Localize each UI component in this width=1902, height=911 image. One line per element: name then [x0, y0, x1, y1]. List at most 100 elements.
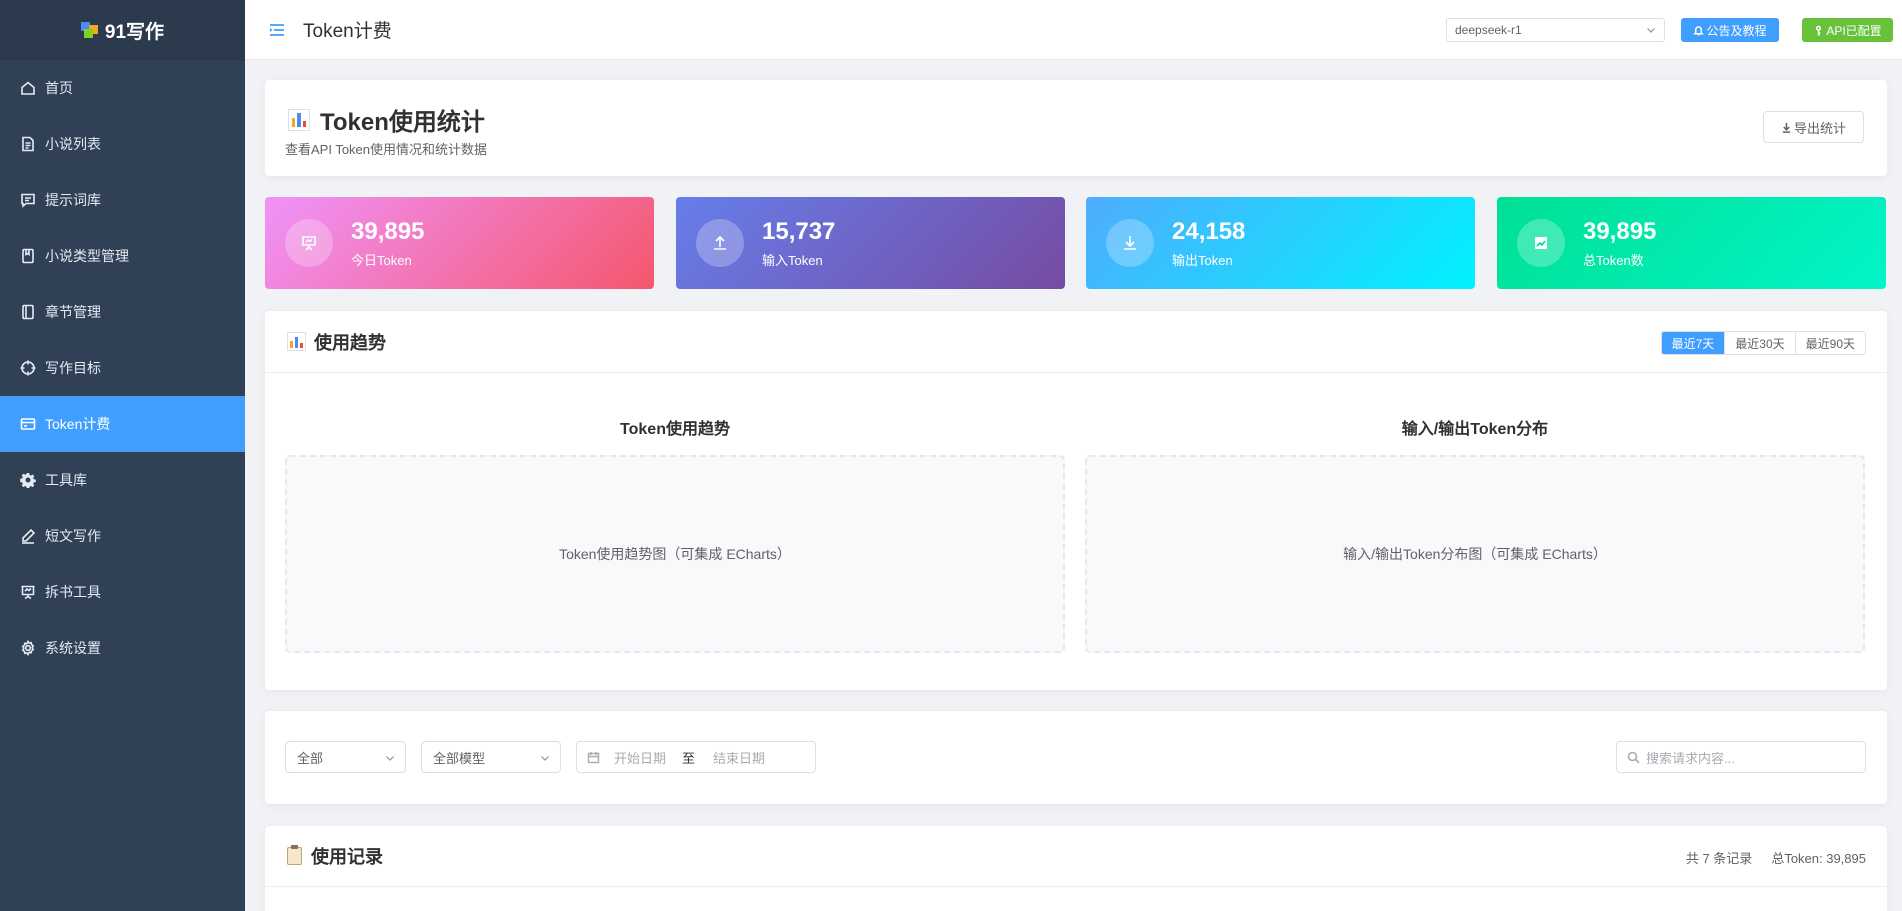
usage-trend-card: 使用趋势 最近7天 最近30天 最近90天 Token使用趋势 Token使用趋…: [265, 311, 1887, 690]
sidebar-item-home[interactable]: 首页: [0, 60, 245, 116]
sidebar-nav: 首页 小说列表 提示词库 小说类型管理 章节管理 写作目标 Token计费 工具…: [0, 60, 245, 676]
model-filter-select[interactable]: 全部模型: [421, 741, 561, 773]
app-logo[interactable]: 91写作: [0, 0, 245, 60]
records-summary: 共 7 条记录 总Token: 39,895: [1686, 848, 1866, 867]
stat-label: 输出Token: [1172, 252, 1233, 268]
calendar-icon: [587, 751, 600, 763]
date-range-separator: 至: [682, 750, 696, 766]
sidebar-item-prompts[interactable]: 提示词库: [0, 172, 245, 228]
model-select[interactable]: deepseek-r1: [1446, 18, 1665, 42]
chevron-down-icon: [541, 756, 549, 761]
topbar: Token计费 deepseek-r1 公告及教程 API已配置: [245, 0, 1902, 60]
model-filter-value: 全部模型: [433, 750, 486, 766]
sidebar-item-label: Token计费: [45, 416, 111, 432]
records-title: 使用记录: [287, 843, 383, 869]
sidebar: 91写作 首页 小说列表 提示词库 小说类型管理 章节管理 写作目标 Token…: [0, 0, 245, 911]
trend-card-header: 使用趋势 最近7天 最近30天 最近90天: [265, 311, 1887, 373]
end-date-input[interactable]: 结束日期: [713, 748, 765, 767]
sidebar-item-label: 短文写作: [45, 528, 101, 544]
settings-icon: [20, 640, 36, 656]
stats-title-text: Token使用统计: [320, 109, 485, 136]
search-placeholder: 搜索请求内容...: [1646, 750, 1735, 766]
stat-label: 总Token数: [1583, 252, 1644, 268]
stat-label: 今日Token: [351, 252, 412, 268]
export-stats-label: 导出统计: [1793, 120, 1846, 136]
token-trend-panel: Token使用趋势 Token使用趋势图（可集成 ECharts）: [285, 373, 1065, 653]
search-input[interactable]: 搜索请求内容...: [1616, 741, 1866, 773]
stat-value: 39,895: [351, 217, 425, 245]
presentation-icon: [285, 219, 333, 267]
logo-icon: [80, 22, 99, 38]
notebook-icon: [20, 248, 36, 264]
io-distribution-title: 输入/输出Token分布: [1401, 421, 1549, 438]
usage-records-card: 使用记录 共 7 条记录 总Token: 39,895: [265, 826, 1887, 911]
range-7-days[interactable]: 最近7天: [1661, 332, 1725, 354]
sidebar-item-novel-types[interactable]: 小说类型管理: [0, 228, 245, 284]
sidebar-item-short-writing[interactable]: 短文写作: [0, 508, 245, 564]
export-stats-button[interactable]: 导出统计: [1763, 111, 1864, 143]
search-icon: [1627, 751, 1640, 764]
pen-icon: [20, 528, 36, 544]
io-distribution-chart-placeholder: 输入/输出Token分布图（可集成 ECharts）: [1085, 455, 1865, 653]
clipboard-icon: [287, 845, 302, 865]
sidebar-item-book-breakdown[interactable]: 拆书工具: [0, 564, 245, 620]
date-range-picker[interactable]: 开始日期 至 结束日期: [576, 741, 816, 773]
type-filter-select[interactable]: 全部: [285, 741, 406, 773]
sidebar-item-label: 提示词库: [45, 192, 101, 208]
sidebar-item-settings[interactable]: 系统设置: [0, 620, 245, 676]
download-icon: [1106, 219, 1154, 267]
stat-label: 输入Token: [762, 252, 823, 268]
bell-icon: [1693, 25, 1705, 35]
bar-chart-icon: [287, 332, 306, 351]
stat-card-output: 24,158 输出Token: [1086, 197, 1475, 289]
key-icon: [1816, 25, 1822, 36]
stats-title: Token使用统计: [288, 102, 485, 137]
sidebar-item-goals[interactable]: 写作目标: [0, 340, 245, 396]
sidebar-item-chapters[interactable]: 章节管理: [0, 284, 245, 340]
type-filter-value: 全部: [297, 750, 324, 766]
io-distribution-panel: 输入/输出Token分布 输入/输出Token分布图（可集成 ECharts）: [1085, 373, 1865, 653]
sidebar-item-token-billing[interactable]: Token计费: [0, 396, 245, 452]
range-30-days[interactable]: 最近30天: [1724, 332, 1795, 354]
stat-value: 15,737: [762, 217, 836, 245]
api-config-button-label: API已配置: [1826, 23, 1882, 38]
records-total-tokens: 总Token: 39,895: [1771, 851, 1866, 866]
records-title-text: 使用记录: [311, 847, 383, 867]
trend-title-text: 使用趋势: [314, 332, 386, 353]
stats-header-card: Token使用统计 查看API Token使用情况和统计数据 导出统计: [265, 80, 1887, 176]
target-icon: [20, 360, 36, 376]
model-select-value: deepseek-r1: [1455, 23, 1522, 37]
trend-title: 使用趋势: [287, 329, 386, 355]
bar-chart-icon: [288, 108, 310, 131]
records-card-header: 使用记录 共 7 条记录 总Token: 39,895: [265, 826, 1887, 887]
time-range-toggle: 最近7天 最近30天 最近90天: [1660, 331, 1866, 355]
stats-subtitle: 查看API Token使用情况和统计数据: [285, 142, 488, 157]
chevron-down-icon: [1647, 28, 1655, 33]
gear-icon: [20, 472, 36, 488]
download-icon: [1782, 122, 1791, 133]
sidebar-item-label: 小说类型管理: [45, 248, 129, 264]
book-icon: [20, 304, 36, 320]
sidebar-item-toolbox[interactable]: 工具库: [0, 452, 245, 508]
notice-button-label: 公告及教程: [1706, 23, 1767, 38]
start-date-input[interactable]: 开始日期: [614, 748, 666, 767]
stat-card-total: 39,895 总Token数: [1497, 197, 1886, 289]
token-trend-title: Token使用趋势: [620, 421, 730, 438]
stat-card-today: 39,895 今日Token: [265, 197, 654, 289]
sidebar-item-label: 首页: [45, 80, 73, 96]
sidebar-item-label: 系统设置: [45, 640, 101, 656]
sidebar-item-label: 章节管理: [45, 304, 101, 320]
sidebar-item-label: 写作目标: [45, 360, 101, 376]
stat-card-input: 15,737 输入Token: [676, 197, 1065, 289]
sidebar-item-novels[interactable]: 小说列表: [0, 116, 245, 172]
chevron-down-icon: [386, 756, 394, 761]
range-90-days[interactable]: 最近90天: [1794, 332, 1865, 354]
notice-button[interactable]: 公告及教程: [1681, 18, 1779, 42]
menu-toggle-icon[interactable]: [267, 20, 287, 40]
sidebar-item-label: 工具库: [45, 472, 87, 488]
page-title: Token计费: [303, 21, 392, 42]
stat-value: 24,158: [1172, 217, 1246, 245]
sidebar-item-label: 小说列表: [45, 136, 101, 152]
api-config-button[interactable]: API已配置: [1802, 18, 1893, 42]
records-count: 共 7 条记录: [1685, 851, 1753, 866]
